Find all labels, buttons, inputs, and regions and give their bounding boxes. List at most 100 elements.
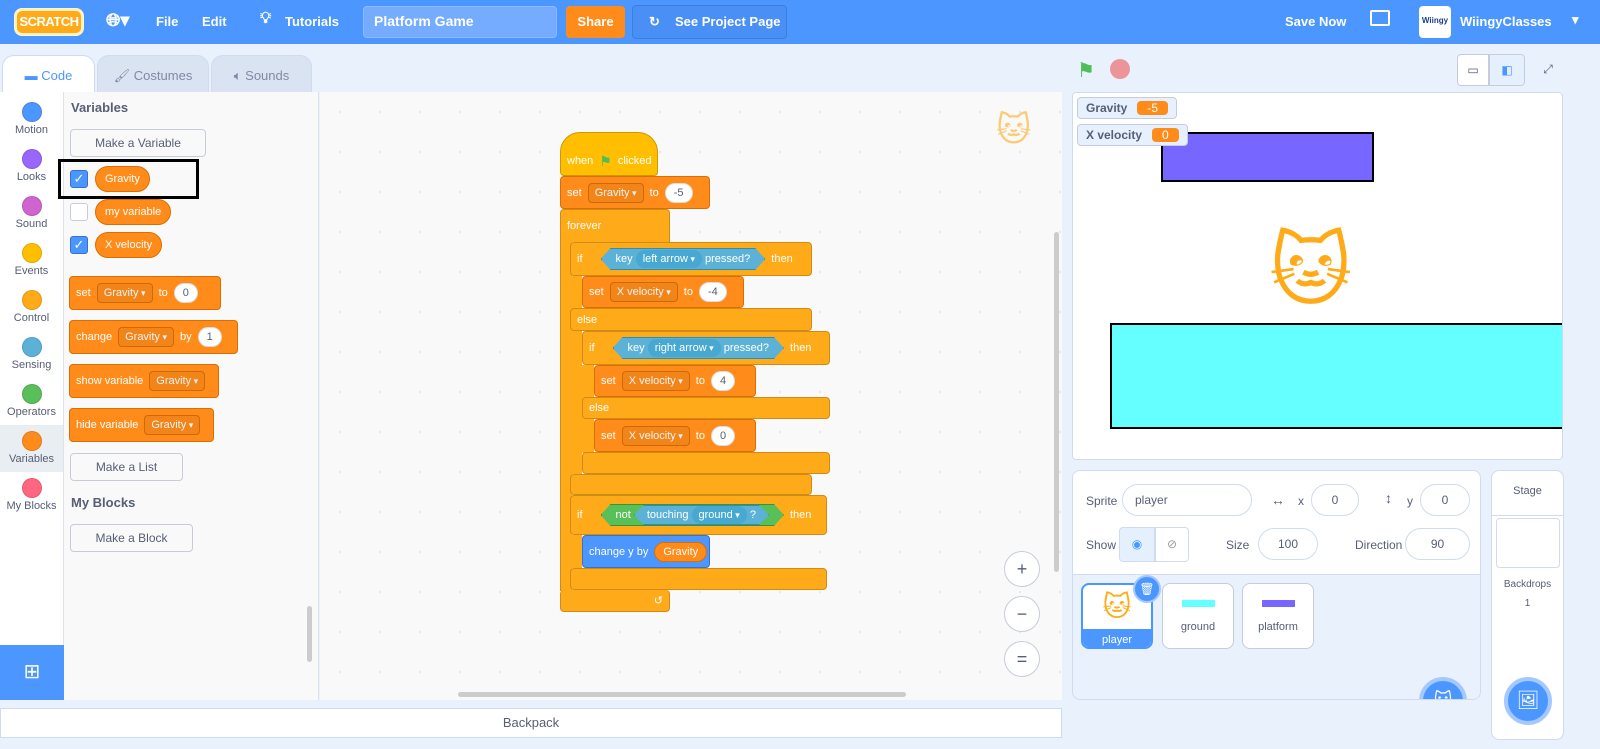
sprite-name-input[interactable]: player — [1122, 484, 1252, 516]
tutorials-button[interactable]: Tutorials — [285, 14, 339, 29]
chevron-down-icon[interactable]: ▾ — [1572, 12, 1579, 28]
see-project-page-button[interactable]: ↻ See Project Page — [632, 5, 787, 39]
my-variable-reporter[interactable]: my variable — [95, 199, 172, 225]
key-pressed-condition[interactable]: key right arrow pressed? — [613, 337, 785, 359]
stage-selector[interactable]: Stage Backdrops 1 🖼︎ — [1491, 470, 1564, 740]
category-variables[interactable]: Variables — [0, 425, 63, 472]
key-pressed-condition[interactable]: key left arrow pressed? — [601, 248, 766, 270]
value-input[interactable]: 0 — [173, 283, 198, 303]
tab-code[interactable]: ▬ Code — [2, 55, 95, 93]
touching-dropdown[interactable]: ground — [692, 506, 747, 524]
large-stage-icon[interactable]: ◧ — [1489, 54, 1525, 86]
category-control[interactable]: Control — [0, 284, 63, 331]
choose-backdrop-button[interactable]: 🖼︎ — [1504, 677, 1552, 725]
value-input[interactable]: 1 — [197, 327, 222, 347]
variable-dropdown[interactable]: Gravity — [118, 327, 174, 347]
if-else-block[interactable]: if key left arrow pressed? then — [570, 242, 812, 276]
fullscreen-icon[interactable]: ⤢ — [1532, 54, 1564, 86]
set-x-velocity-block[interactable]: set X velocity to -4 — [582, 276, 744, 308]
x-input[interactable]: 0 — [1311, 484, 1359, 516]
variable-dropdown[interactable]: X velocity — [621, 371, 690, 391]
if-else-block[interactable]: if key right arrow pressed? then — [582, 331, 830, 365]
green-flag-icon[interactable]: ⚑ — [1077, 58, 1095, 83]
sprite-thumb-ground[interactable]: ground — [1162, 583, 1234, 649]
category-looks[interactable]: Looks — [0, 143, 63, 190]
variable-dropdown[interactable]: Gravity — [149, 371, 206, 391]
when-flag-clicked-block[interactable]: when ⚑ clicked — [560, 132, 658, 176]
if-block[interactable]: if not touching ground ? then — [570, 495, 827, 535]
edit-menu[interactable]: Edit — [202, 14, 227, 29]
gravity-monitor[interactable]: Gravity -5 — [1077, 97, 1178, 119]
variable-dropdown[interactable]: X velocity — [609, 282, 678, 302]
platform-sprite[interactable] — [1161, 132, 1374, 182]
avatar[interactable]: Wiingy — [1419, 6, 1451, 38]
ground-sprite[interactable] — [1110, 323, 1562, 429]
project-title-input[interactable]: Platform Game — [363, 6, 557, 38]
small-stage-icon[interactable]: ▭ — [1457, 54, 1489, 86]
palette-scrollbar[interactable] — [307, 606, 312, 662]
set-x-velocity-block[interactable]: set X velocity to 0 — [594, 419, 756, 452]
backdrop-thumbnail[interactable] — [1496, 518, 1560, 568]
horizontal-scrollbar[interactable] — [458, 692, 906, 697]
value-input[interactable]: 4 — [710, 371, 736, 391]
value-input[interactable]: 0 — [710, 425, 736, 446]
file-menu[interactable]: File — [156, 14, 178, 29]
backpack[interactable]: Backpack — [0, 708, 1062, 738]
x-velocity-reporter[interactable]: X velocity — [95, 232, 163, 258]
value-input[interactable]: -5 — [664, 182, 693, 203]
show-variable-block[interactable]: show variable Gravity — [69, 364, 219, 398]
key-dropdown[interactable]: left arrow — [636, 250, 702, 268]
direction-input[interactable]: 90 — [1405, 528, 1470, 560]
category-sound[interactable]: Sound — [0, 190, 63, 237]
choose-sprite-button[interactable]: 🐱︎ — [1419, 677, 1467, 699]
gravity-reporter[interactable]: Gravity — [95, 166, 150, 192]
variable-dropdown[interactable]: Gravity — [587, 182, 644, 203]
hide-variable-block[interactable]: hide variable Gravity — [69, 408, 214, 442]
username[interactable]: WiingyClasses — [1460, 14, 1552, 29]
hide-eye-icon[interactable]: ⊘ — [1155, 527, 1189, 562]
x-velocity-monitor[interactable]: X velocity 0 — [1077, 124, 1188, 146]
vertical-scrollbar[interactable] — [1054, 232, 1059, 572]
y-input[interactable]: 0 — [1420, 484, 1470, 516]
change-variable-block[interactable]: change Gravity by 1 — [69, 320, 238, 354]
make-block-button[interactable]: Make a Block — [70, 524, 193, 552]
category-events[interactable]: Events — [0, 237, 63, 284]
scratch-logo[interactable]: SCRATCH — [14, 8, 84, 36]
category-motion[interactable]: Motion — [0, 96, 63, 143]
not-operator[interactable]: not touching ground ? — [601, 504, 785, 526]
stop-icon[interactable] — [1110, 59, 1130, 79]
share-button[interactable]: Share — [566, 6, 625, 38]
variable-dropdown[interactable]: X velocity — [621, 425, 690, 446]
globe-icon[interactable]: 🌐︎▾ — [106, 10, 129, 31]
variable-dropdown[interactable]: Gravity — [96, 283, 153, 303]
make-variable-button[interactable]: Make a Variable — [70, 129, 206, 157]
touching-condition[interactable]: touching ground ? — [634, 505, 769, 525]
set-x-velocity-block[interactable]: set X velocity to 4 — [594, 365, 756, 397]
show-eye-icon[interactable]: ◉ — [1119, 527, 1155, 562]
gravity-checkbox[interactable]: ✓ — [70, 170, 88, 188]
category-sensing[interactable]: Sensing — [0, 331, 63, 378]
set-variable-block[interactable]: set Gravity to 0 — [69, 276, 221, 310]
my-variable-checkbox[interactable] — [70, 203, 88, 221]
script-area[interactable]: 🐱︎ when ⚑ clicked set Gravity to -5 forever ↺… — [320, 92, 1062, 700]
category-my-blocks[interactable]: My Blocks — [0, 472, 63, 519]
variable-dropdown[interactable]: Gravity — [144, 415, 201, 435]
player-cat-sprite[interactable]: 🐱︎ — [1269, 221, 1352, 321]
add-extension-button[interactable]: ⊞ — [0, 645, 64, 700]
change-y-block[interactable]: change y by Gravity — [582, 535, 710, 568]
sprite-thumb-platform[interactable]: platform — [1242, 583, 1314, 649]
delete-sprite-icon[interactable]: 🗑︎ — [1133, 575, 1161, 603]
zoom-out-button[interactable]: − — [1004, 596, 1040, 632]
set-gravity-block[interactable]: set Gravity to -5 — [560, 176, 710, 209]
stage-canvas[interactable]: 🐱︎ Gravity -5 X velocity 0 — [1072, 92, 1563, 460]
forever-block[interactable]: forever — [560, 209, 670, 242]
x-velocity-checkbox[interactable]: ✓ — [70, 236, 88, 254]
key-dropdown[interactable]: right arrow — [648, 339, 721, 357]
tab-costumes[interactable]: 🖌︎ Costumes — [97, 55, 209, 93]
category-operators[interactable]: Operators — [0, 378, 63, 425]
make-list-button[interactable]: Make a List — [70, 453, 183, 481]
save-now-button[interactable]: Save Now — [1285, 14, 1346, 29]
tab-sounds[interactable]: 🔈︎ Sounds — [211, 55, 312, 93]
folder-icon[interactable] — [1370, 10, 1390, 26]
zoom-in-button[interactable]: + — [1004, 551, 1040, 587]
